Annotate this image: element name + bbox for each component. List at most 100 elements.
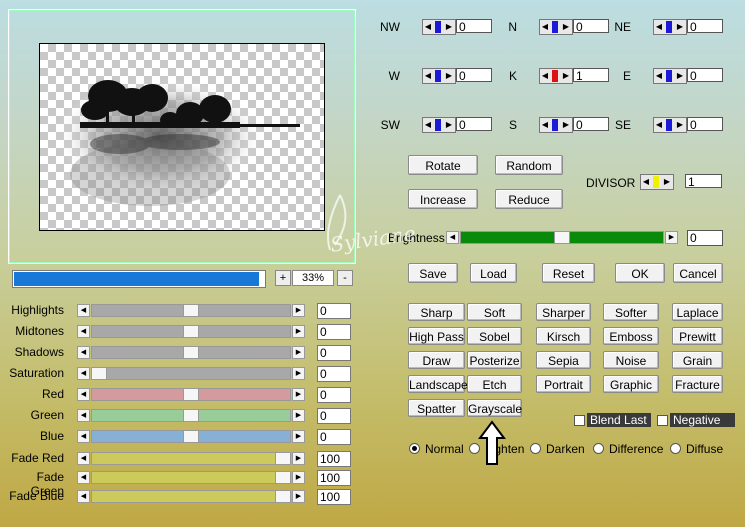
green-field[interactable]: 0 <box>317 408 351 424</box>
matrix-spinner-k[interactable]: ◀ ▶ <box>539 68 573 84</box>
matrix-spinner-w[interactable]: ◀ ▶ <box>422 68 456 84</box>
divisor-spinner[interactable]: ◀ ▶ <box>640 174 674 190</box>
fade-blue-field[interactable]: 100 <box>317 489 351 505</box>
arrow-left-icon[interactable]: ◀ <box>77 471 90 484</box>
filter-draw-button[interactable]: Draw <box>408 351 465 369</box>
matrix-spinner-e[interactable]: ◀ ▶ <box>653 68 687 84</box>
arrow-right-icon[interactable]: ▶ <box>292 388 305 401</box>
matrix-field-w[interactable]: 0 <box>456 68 492 83</box>
filter-etch-button[interactable]: Etch <box>467 375 522 393</box>
reduce-button[interactable]: Reduce <box>495 189 563 209</box>
negative-checkbox[interactable] <box>657 415 668 426</box>
filter-graphic-button[interactable]: Graphic <box>603 375 659 393</box>
mode-darken-radio[interactable] <box>530 443 541 454</box>
arrow-left-icon[interactable]: ◀ <box>540 20 550 34</box>
arrow-right-icon[interactable]: ▶ <box>292 490 305 503</box>
matrix-field-k[interactable]: 1 <box>573 68 609 83</box>
arrow-right-icon[interactable]: ▶ <box>292 409 305 422</box>
arrow-left-icon[interactable]: ◀ <box>423 118 433 132</box>
arrow-left-icon[interactable]: ◀ <box>77 430 90 443</box>
fade-red-track[interactable] <box>91 452 291 465</box>
arrow-left-icon[interactable]: ◀ <box>77 325 90 338</box>
matrix-spinner-sw[interactable]: ◀ ▶ <box>422 117 456 133</box>
arrow-right-icon[interactable]: ▶ <box>292 471 305 484</box>
save-button[interactable]: Save <box>408 263 458 283</box>
arrow-left-icon[interactable]: ◀ <box>654 20 664 34</box>
filter-laplace-button[interactable]: Laplace <box>672 303 723 321</box>
matrix-field-n[interactable]: 0 <box>573 19 609 34</box>
filter-grayscale-button[interactable]: Grayscale <box>467 399 522 417</box>
arrow-left-icon[interactable]: ◀ <box>423 20 433 34</box>
filter-fracture-button[interactable]: Fracture <box>672 375 723 393</box>
filter-kirsch-button[interactable]: Kirsch <box>536 327 591 345</box>
arrow-left-icon[interactable]: ◀ <box>641 175 651 189</box>
arrow-right-icon[interactable]: ▶ <box>292 430 305 443</box>
arrow-right-icon[interactable]: ▶ <box>675 69 685 83</box>
arrow-right-icon[interactable]: ▶ <box>561 20 571 34</box>
brightness-field[interactable]: 0 <box>687 230 723 246</box>
filter-sharp-button[interactable]: Sharp <box>408 303 465 321</box>
brightness-increase-arrow[interactable]: ▶ <box>665 231 678 244</box>
matrix-spinner-n[interactable]: ◀ ▶ <box>539 19 573 35</box>
filter-landscape-button[interactable]: Landscape <box>408 375 468 393</box>
matrix-spinner-ne[interactable]: ◀ ▶ <box>653 19 687 35</box>
saturation-field[interactable]: 0 <box>317 366 351 382</box>
rotate-button[interactable]: Rotate <box>408 155 478 175</box>
arrow-left-icon[interactable]: ◀ <box>654 69 664 83</box>
arrow-right-icon[interactable]: ▶ <box>662 175 672 189</box>
arrow-left-icon[interactable]: ◀ <box>77 490 90 503</box>
midtones-thumb[interactable] <box>183 325 199 338</box>
preview-canvas[interactable] <box>39 43 325 231</box>
filter-softer-button[interactable]: Softer <box>603 303 659 321</box>
blue-field[interactable]: 0 <box>317 429 351 445</box>
fade-blue-thumb[interactable] <box>275 490 291 503</box>
shadows-thumb[interactable] <box>183 346 199 359</box>
saturation-track[interactable] <box>91 367 291 380</box>
arrow-right-icon[interactable]: ▶ <box>292 346 305 359</box>
load-button[interactable]: Load <box>470 263 517 283</box>
arrow-left-icon[interactable]: ◀ <box>77 388 90 401</box>
blend-last-checkbox[interactable] <box>574 415 585 426</box>
fade-green-track[interactable] <box>91 471 291 484</box>
filter-sepia-button[interactable]: Sepia <box>536 351 591 369</box>
highlights-field[interactable]: 0 <box>317 303 351 319</box>
cancel-button[interactable]: Cancel <box>673 263 723 283</box>
arrow-left-icon[interactable]: ◀ <box>77 452 90 465</box>
divisor-field[interactable]: 1 <box>685 174 722 189</box>
arrow-left-icon[interactable]: ◀ <box>77 346 90 359</box>
arrow-right-icon[interactable]: ▶ <box>292 452 305 465</box>
fade-red-field[interactable]: 100 <box>317 451 351 467</box>
arrow-right-icon[interactable]: ▶ <box>675 118 685 132</box>
shadows-field[interactable]: 0 <box>317 345 351 361</box>
matrix-spinner-se[interactable]: ◀ ▶ <box>653 117 687 133</box>
arrow-left-icon[interactable]: ◀ <box>540 69 550 83</box>
arrow-right-icon[interactable]: ▶ <box>292 367 305 380</box>
arrow-left-icon[interactable]: ◀ <box>77 367 90 380</box>
filter-spatter-button[interactable]: Spatter <box>408 399 465 417</box>
arrow-right-icon[interactable]: ▶ <box>292 325 305 338</box>
arrow-left-icon[interactable]: ◀ <box>423 69 433 83</box>
filter-prewitt-button[interactable]: Prewitt <box>672 327 723 345</box>
midtones-field[interactable]: 0 <box>317 324 351 340</box>
filter-high-pass-button[interactable]: High Pass <box>408 327 465 345</box>
matrix-field-nw[interactable]: 0 <box>456 19 492 34</box>
arrow-left-icon[interactable]: ◀ <box>77 304 90 317</box>
reset-button[interactable]: Reset <box>542 263 595 283</box>
arrow-right-icon[interactable]: ▶ <box>561 118 571 132</box>
random-button[interactable]: Random <box>495 155 563 175</box>
matrix-field-ne[interactable]: 0 <box>687 19 723 34</box>
arrow-right-icon[interactable]: ▶ <box>675 20 685 34</box>
filter-sobel-button[interactable]: Sobel <box>467 327 522 345</box>
filter-soft-button[interactable]: Soft <box>467 303 522 321</box>
blue-thumb[interactable] <box>183 430 199 443</box>
matrix-field-s[interactable]: 0 <box>573 117 609 132</box>
filter-portrait-button[interactable]: Portrait <box>536 375 591 393</box>
filter-posterize-button[interactable]: Posterize <box>467 351 522 369</box>
arrow-right-icon[interactable]: ▶ <box>292 304 305 317</box>
matrix-field-sw[interactable]: 0 <box>456 117 492 132</box>
fade-red-thumb[interactable] <box>275 452 291 465</box>
highlights-thumb[interactable] <box>183 304 199 317</box>
zoom-in-button[interactable]: + <box>275 270 291 286</box>
arrow-right-icon[interactable]: ▶ <box>444 20 454 34</box>
arrow-right-icon[interactable]: ▶ <box>444 118 454 132</box>
